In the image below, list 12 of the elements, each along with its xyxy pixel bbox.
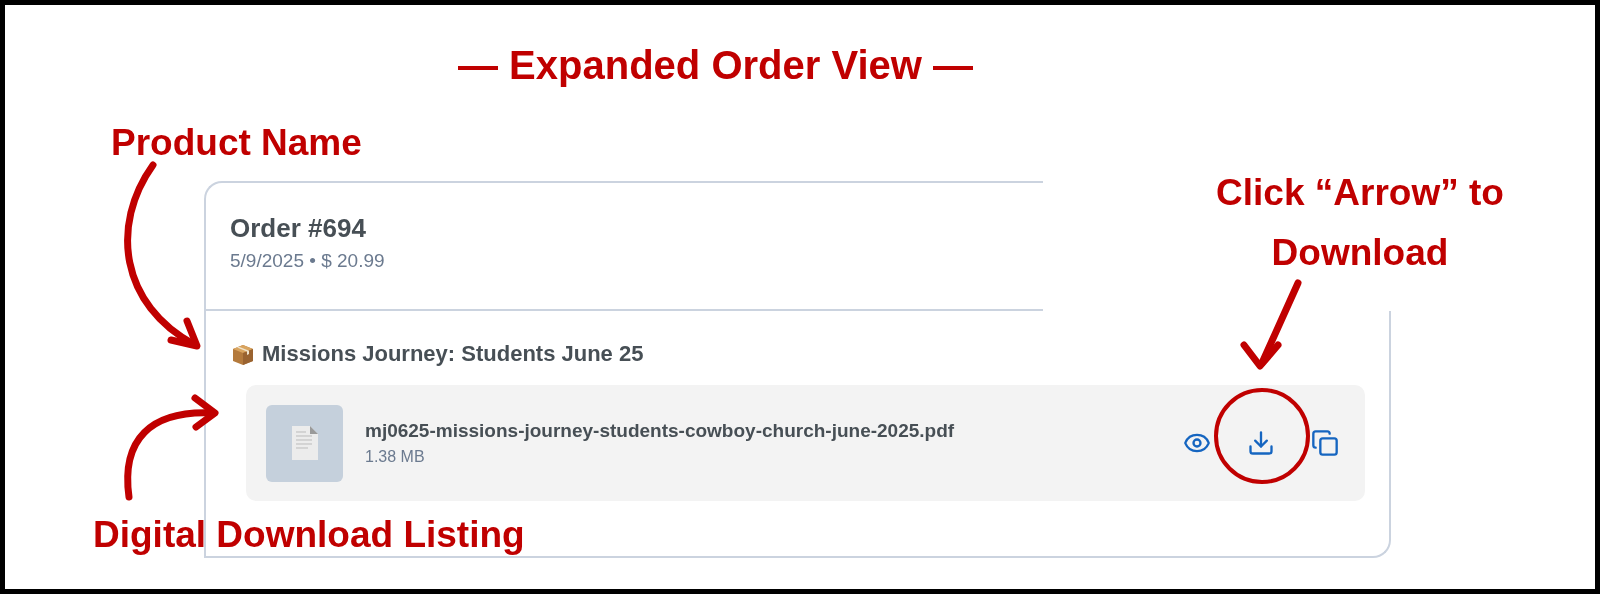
- copy-button[interactable]: [1311, 429, 1339, 457]
- callout-label: Digital Download Listing: [93, 513, 525, 557]
- page-title: — Expanded Order View —: [458, 42, 973, 89]
- callout-label: Click “Arrow” to Download: [1215, 171, 1505, 275]
- download-button[interactable]: [1247, 429, 1275, 457]
- order-title: Order #694: [230, 213, 367, 244]
- file-name: mj0625-missions-journey-students-cowboy-church-june-2025.pdf: [365, 420, 956, 442]
- file-size: 1.38 MB: [365, 448, 426, 466]
- callout-label: Product Name: [111, 121, 362, 165]
- product-name: Missions Journey: Students June 25: [262, 341, 644, 367]
- order-meta: 5/9/2025 • $ 20.99: [230, 250, 386, 272]
- document-icon: [289, 424, 320, 462]
